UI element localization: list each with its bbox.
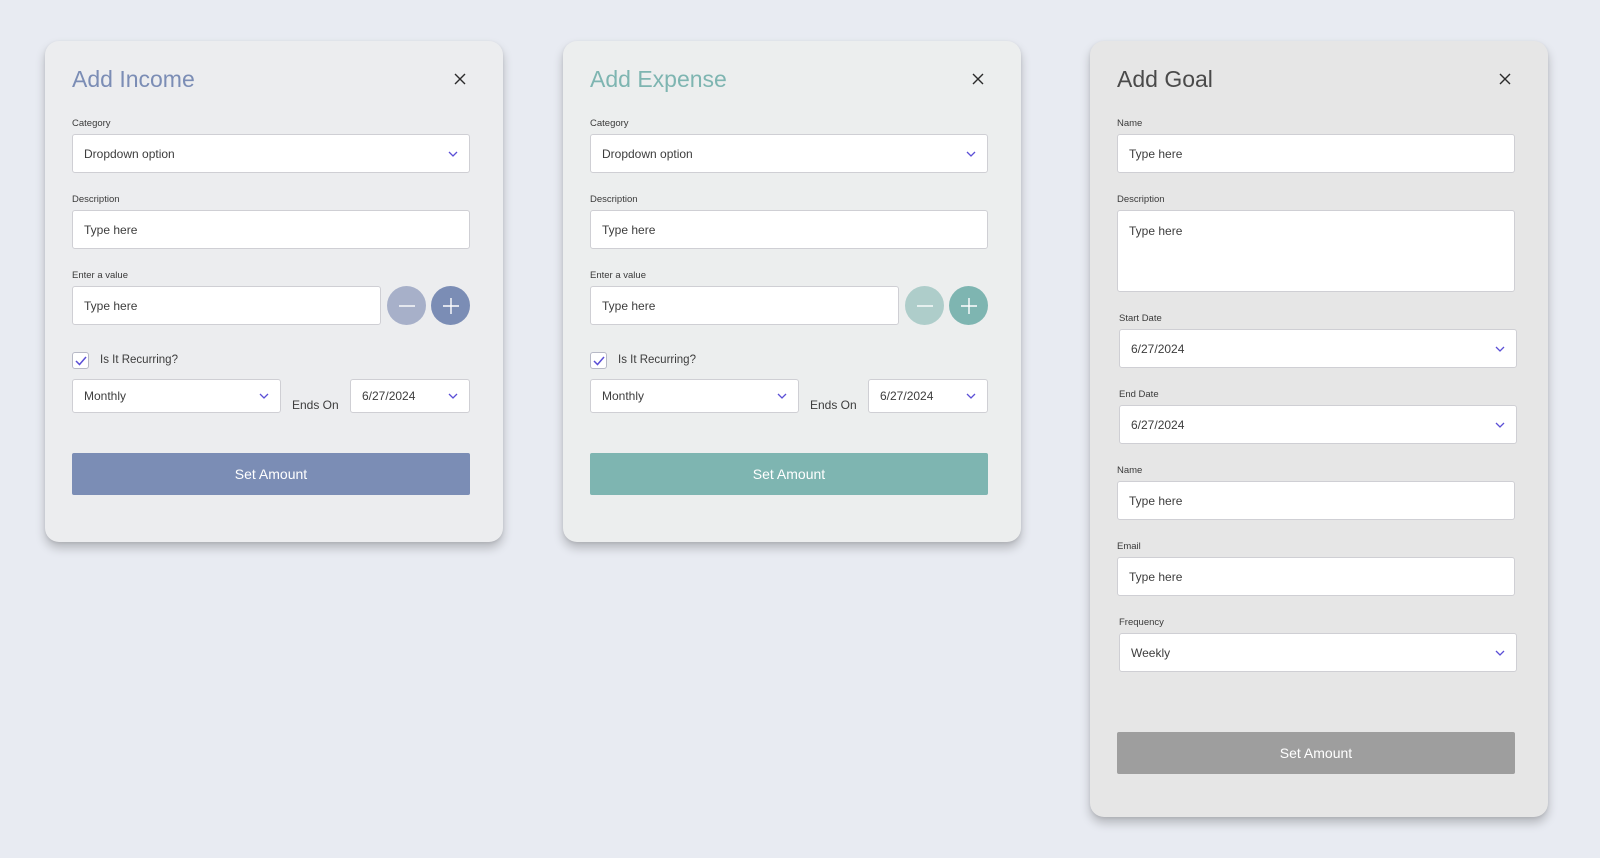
recurring-checkbox[interactable] bbox=[590, 352, 607, 369]
plus-icon bbox=[960, 297, 977, 314]
description-label: Description bbox=[590, 194, 638, 205]
value-input[interactable]: Type here bbox=[590, 286, 899, 325]
minus-icon bbox=[398, 304, 415, 307]
chevron-down-icon bbox=[965, 148, 977, 160]
description-label: Description bbox=[1117, 194, 1165, 205]
end-date-value: 6/27/2024 bbox=[362, 389, 416, 403]
chevron-down-icon bbox=[965, 390, 977, 402]
value-label: Enter a value bbox=[590, 270, 646, 281]
close-icon bbox=[1499, 73, 1511, 85]
frequency-value: Monthly bbox=[602, 389, 645, 403]
dialog-title: Add Goal bbox=[1117, 66, 1213, 92]
chevron-down-icon bbox=[447, 390, 459, 402]
description-placeholder: Type here bbox=[1129, 224, 1183, 238]
chevron-down-icon bbox=[447, 148, 459, 160]
name2-input[interactable]: Type here bbox=[1117, 481, 1515, 520]
category-value: Dropdown option bbox=[602, 146, 693, 161]
end-date-select[interactable]: 6/27/2024 bbox=[1119, 405, 1517, 444]
name2-placeholder: Type here bbox=[1129, 493, 1183, 508]
email-placeholder: Type here bbox=[1129, 569, 1183, 584]
close-button[interactable] bbox=[449, 68, 471, 90]
set-amount-button[interactable]: Set Amount bbox=[1117, 732, 1515, 774]
name2-label: Name bbox=[1117, 465, 1143, 476]
chevron-down-icon bbox=[776, 390, 788, 402]
category-label: Category bbox=[590, 118, 629, 129]
decrement-button[interactable] bbox=[905, 286, 944, 325]
chevron-down-icon bbox=[1494, 647, 1506, 659]
minus-icon bbox=[916, 304, 933, 307]
frequency-label: Frequency bbox=[1119, 617, 1164, 628]
start-date-label: Start Date bbox=[1119, 313, 1162, 324]
category-value: Dropdown option bbox=[84, 146, 175, 161]
add-expense-dialog: Add Expense Category Dropdown option Des… bbox=[563, 41, 1021, 542]
recurring-label: Is It Recurring? bbox=[100, 354, 178, 366]
category-select[interactable]: Dropdown option bbox=[590, 134, 988, 173]
set-amount-button[interactable]: Set Amount bbox=[72, 453, 470, 495]
chevron-down-icon bbox=[258, 390, 270, 402]
start-date-select[interactable]: 6/27/2024 bbox=[1119, 329, 1517, 368]
category-label: Category bbox=[72, 118, 111, 129]
close-button[interactable] bbox=[967, 68, 989, 90]
description-input[interactable]: Type here bbox=[72, 210, 470, 249]
add-income-dialog: Add Income Category Dropdown option Desc… bbox=[45, 41, 503, 542]
value-label: Enter a value bbox=[72, 270, 128, 281]
description-textarea[interactable]: Type here bbox=[1117, 210, 1515, 292]
dialog-title: Add Expense bbox=[590, 66, 727, 92]
frequency-select[interactable]: Monthly bbox=[590, 379, 799, 413]
description-placeholder: Type here bbox=[84, 222, 138, 237]
close-button[interactable] bbox=[1494, 68, 1516, 90]
start-date-value: 6/27/2024 bbox=[1131, 341, 1185, 356]
name-placeholder: Type here bbox=[1129, 146, 1183, 161]
plus-icon bbox=[442, 297, 459, 314]
chevron-down-icon bbox=[1494, 343, 1506, 355]
end-date-value: 6/27/2024 bbox=[880, 389, 934, 403]
recurring-label: Is It Recurring? bbox=[618, 354, 696, 366]
decrement-button[interactable] bbox=[387, 286, 426, 325]
add-goal-dialog: Add Goal Name Type here Description Type… bbox=[1090, 41, 1548, 817]
description-placeholder: Type here bbox=[602, 222, 656, 237]
end-date-label: End Date bbox=[1119, 389, 1159, 400]
category-select[interactable]: Dropdown option bbox=[72, 134, 470, 173]
dialog-title: Add Income bbox=[72, 66, 195, 92]
ends-on-label: Ends On bbox=[292, 398, 339, 412]
end-date-value: 6/27/2024 bbox=[1131, 417, 1185, 432]
value-placeholder: Type here bbox=[602, 298, 656, 313]
end-date-select[interactable]: 6/27/2024 bbox=[350, 379, 470, 413]
increment-button[interactable] bbox=[431, 286, 470, 325]
value-input[interactable]: Type here bbox=[72, 286, 381, 325]
description-input[interactable]: Type here bbox=[590, 210, 988, 249]
email-label: Email bbox=[1117, 541, 1141, 552]
frequency-value: Weekly bbox=[1131, 645, 1171, 660]
recurring-checkbox[interactable] bbox=[72, 352, 89, 369]
description-label: Description bbox=[72, 194, 120, 205]
checkmark-icon bbox=[592, 356, 605, 366]
checkmark-icon bbox=[74, 356, 87, 366]
frequency-value: Monthly bbox=[84, 389, 127, 403]
close-icon bbox=[454, 73, 466, 85]
chevron-down-icon bbox=[1494, 419, 1506, 431]
frequency-select[interactable]: Monthly bbox=[72, 379, 281, 413]
name-input[interactable]: Type here bbox=[1117, 134, 1515, 173]
ends-on-label: Ends On bbox=[810, 398, 857, 412]
frequency-select[interactable]: Weekly bbox=[1119, 633, 1517, 672]
name-label: Name bbox=[1117, 118, 1143, 129]
email-input[interactable]: Type here bbox=[1117, 557, 1515, 596]
value-placeholder: Type here bbox=[84, 298, 138, 313]
close-icon bbox=[972, 73, 984, 85]
set-amount-button[interactable]: Set Amount bbox=[590, 453, 988, 495]
increment-button[interactable] bbox=[949, 286, 988, 325]
end-date-select[interactable]: 6/27/2024 bbox=[868, 379, 988, 413]
